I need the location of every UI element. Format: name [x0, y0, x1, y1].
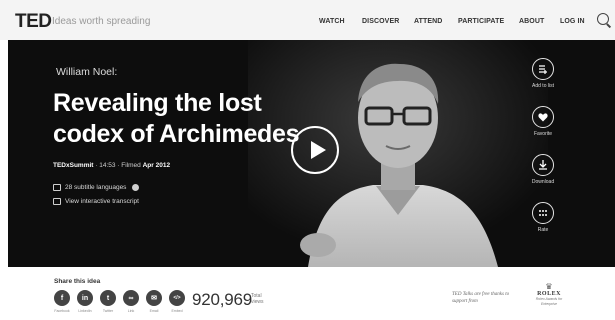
nav-watch[interactable]: WATCH [319, 18, 345, 25]
event-name[interactable]: TEDxSummit [53, 162, 93, 169]
ted-logo[interactable]: TED [15, 11, 52, 33]
search-icon[interactable] [597, 13, 609, 25]
info-icon[interactable] [132, 184, 140, 191]
nav-log-in[interactable]: LOG IN [560, 18, 585, 25]
link-label: Link [127, 309, 135, 313]
twitter-label: Twitter [102, 309, 114, 313]
download-button[interactable]: Download [523, 154, 563, 185]
add-to-list-button[interactable]: Add to list [523, 58, 563, 89]
nav-discover[interactable]: DISCOVER [362, 18, 399, 25]
sponsor-award: Rolex Awards for Enterprise [535, 297, 563, 306]
subtitles-icon [53, 184, 61, 191]
favorite-label: Favorite [533, 131, 553, 137]
transcript-label: View interactive transcript [65, 198, 139, 205]
video-hero[interactable]: William Noel: Revealing the lost codex o… [8, 40, 615, 267]
linkedin-label: LinkedIn [78, 309, 92, 313]
top-navigation-bar: TED Ideas worth spreading WATCH DISCOVER… [0, 0, 615, 40]
email-label: Email [149, 309, 159, 313]
facebook-icon[interactable]: f [54, 290, 70, 306]
heart-icon [532, 106, 554, 128]
linkedin-icon[interactable]: in [77, 290, 93, 306]
tagline: Ideas worth spreading [52, 16, 151, 27]
email-icon[interactable]: ✉ [146, 290, 162, 306]
speaker-name[interactable]: William Noel: [56, 66, 117, 78]
rate-label: Rate [537, 227, 549, 233]
link-icon[interactable]: ∞ [123, 290, 139, 306]
event-duration: · 14:53 · Filmed [93, 162, 143, 169]
event-meta: TEDxSummit · 14:53 · Filmed Apr 2012 [53, 162, 170, 169]
embed-icon[interactable]: </> [169, 290, 185, 306]
transcript-icon [53, 198, 61, 205]
nav-participate[interactable]: PARTICIPATE [458, 18, 504, 25]
favorite-button[interactable]: Favorite [523, 106, 563, 137]
facebook-label: Facebook [54, 309, 70, 313]
rate-button[interactable]: Rate [523, 202, 563, 233]
download-label: Download [531, 179, 555, 185]
subtitle-languages[interactable]: 28 subtitle languages [53, 184, 140, 191]
twitter-icon[interactable]: t [100, 290, 116, 306]
play-button[interactable] [291, 126, 339, 174]
add-to-list-label: Add to list [532, 83, 554, 89]
add-to-list-icon [532, 58, 554, 80]
share-title: Share this idea [54, 278, 101, 285]
crown-icon: ♛ [545, 282, 553, 291]
embed-label: Embed [171, 309, 183, 313]
view-count-label: Total views [251, 293, 264, 305]
interactive-transcript-link[interactable]: View interactive transcript [53, 198, 139, 205]
sponsor-note: TED Talks are free thanks to support fro… [452, 292, 510, 304]
talk-title: Revealing the lost codex of Archimedes [53, 89, 300, 148]
subtitle-languages-label: 28 subtitle languages [65, 184, 127, 191]
nav-about[interactable]: ABOUT [519, 18, 544, 25]
view-count: 920,969 [192, 290, 253, 309]
filmed-date: Apr 2012 [142, 162, 171, 169]
download-icon [532, 154, 554, 176]
rate-icon [532, 202, 554, 224]
nav-attend[interactable]: ATTEND [414, 18, 442, 25]
sponsor-logo[interactable]: ♛ ROLEX Rolex Awards for Enterprise [528, 283, 570, 306]
